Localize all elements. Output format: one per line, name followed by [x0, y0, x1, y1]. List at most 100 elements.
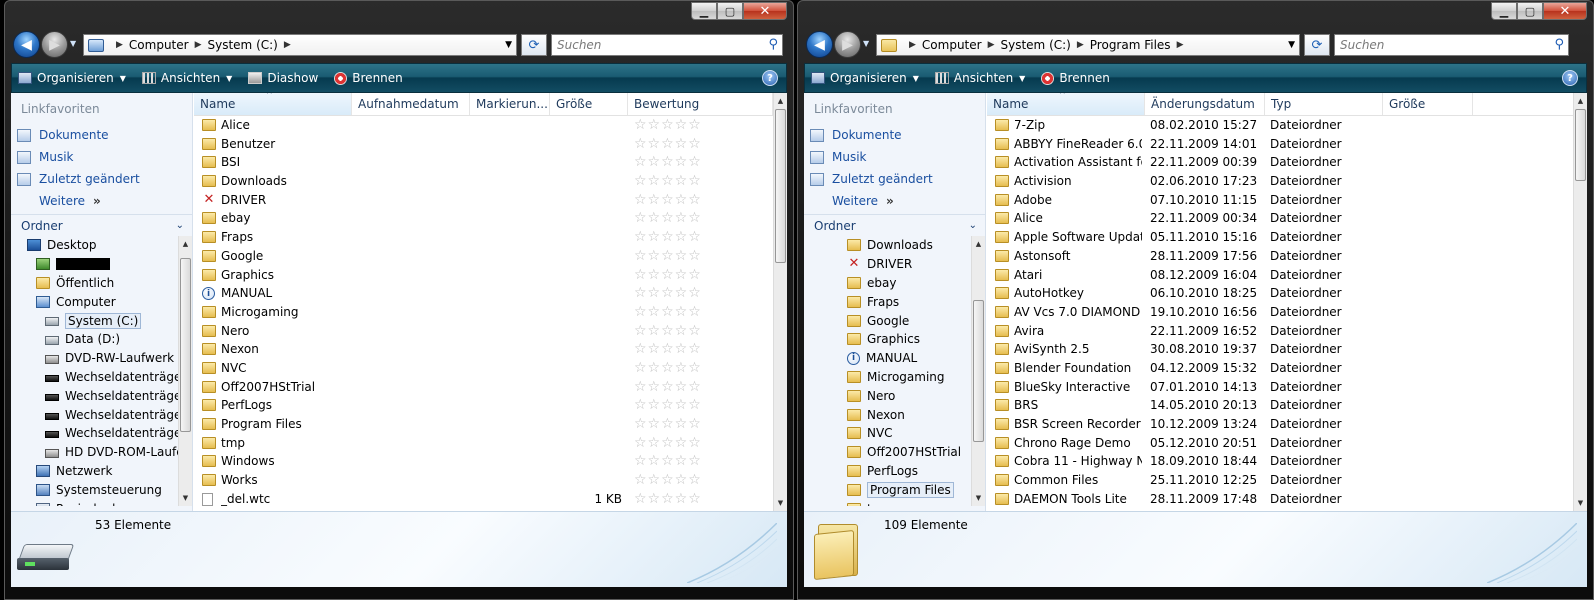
search-input[interactable]: Suchen ⚲	[1334, 34, 1569, 56]
file-row[interactable]: Graphics ☆☆☆☆☆	[194, 266, 773, 285]
rating-stars[interactable]: ☆☆☆☆☆	[634, 416, 702, 432]
scroll-down-icon[interactable]: ▼	[1574, 496, 1587, 510]
column-type[interactable]: Typ	[1265, 93, 1383, 115]
file-row[interactable]: i MANUAL ☆☆☆☆☆	[194, 284, 773, 303]
views-button[interactable]: Ansichten ▼	[141, 71, 232, 85]
folders-toggle[interactable]: Ordner ⌄	[11, 214, 192, 236]
slideshow-button[interactable]: Diashow	[248, 71, 318, 85]
tree-item[interactable]: HD DVD-ROM-Laufe	[11, 443, 179, 462]
file-row[interactable]: PerfLogs ☆☆☆☆☆	[194, 396, 773, 415]
file-row[interactable]: Windows ☆☆☆☆☆	[194, 452, 773, 471]
chevron-right-icon[interactable]: ▶	[909, 40, 916, 50]
search-input[interactable]: Suchen ⚲	[551, 34, 783, 56]
address-dropdown-icon[interactable]: ▼	[1288, 40, 1295, 50]
file-row[interactable]: Fraps ☆☆☆☆☆	[194, 228, 773, 247]
tree-item[interactable]: Downloads	[804, 236, 972, 255]
breadcrumb-computer[interactable]: Computer	[129, 38, 189, 52]
favorite-music[interactable]: Musik	[810, 146, 933, 168]
rating-stars[interactable]: ☆☆☆☆☆	[634, 491, 702, 507]
rating-stars[interactable]: ☆☆☆☆☆	[634, 323, 702, 339]
minimize-button[interactable]: ▁	[1491, 2, 1517, 20]
file-row[interactable]: Common Files 25.11.2010 12:25 Dateiordner	[987, 471, 1573, 490]
tree-item[interactable]: ebay	[804, 274, 972, 293]
tree-item[interactable]: PerfLogs	[804, 462, 972, 481]
breadcrumb-computer[interactable]: Computer	[922, 38, 982, 52]
tree-item[interactable]: tmp	[804, 499, 972, 506]
chevron-right-icon[interactable]: ▶	[284, 40, 291, 50]
tree-scrollbar[interactable]: ▲ ▼	[971, 236, 985, 506]
breadcrumb-system-c[interactable]: System (C:)	[1001, 38, 1071, 52]
tree-item[interactable]: Wechseldatenträger	[11, 405, 179, 424]
tree-item[interactable]: Graphics	[804, 330, 972, 349]
chevron-right-icon[interactable]: ▶	[116, 40, 123, 50]
tree-item[interactable]: Wechseldatenträger	[11, 424, 179, 443]
favorite-recent[interactable]: Zuletzt geändert	[17, 168, 140, 190]
file-row[interactable]: BSI ☆☆☆☆☆	[194, 153, 773, 172]
file-row[interactable]: Alice ☆☆☆☆☆	[194, 116, 773, 135]
forward-button[interactable]: ▶	[41, 31, 68, 58]
file-row[interactable]: AV Vcs 7.0 DIAMOND 19.10.2010 16:56 Dateio…	[987, 303, 1573, 322]
recent-pages-dropdown[interactable]: ▼	[70, 39, 76, 48]
file-row[interactable]: BlueSky Interactive 07.01.2010 14:13 Datei…	[987, 378, 1573, 397]
scroll-down-icon[interactable]: ▼	[179, 491, 192, 505]
maximize-button[interactable]: ▢	[1517, 2, 1543, 20]
tree-item[interactable]: Papierkorb	[11, 499, 179, 506]
rating-stars[interactable]: ☆☆☆☆☆	[634, 267, 702, 283]
favorite-documents[interactable]: Dokumente	[810, 124, 933, 146]
rating-stars[interactable]: ☆☆☆☆☆	[634, 379, 702, 395]
scroll-up-icon[interactable]: ▲	[774, 94, 787, 108]
scroll-up-icon[interactable]: ▲	[179, 237, 192, 251]
back-button[interactable]: ◀	[13, 31, 40, 58]
scroll-thumb[interactable]	[775, 109, 786, 263]
file-row[interactable]: ebay ☆☆☆☆☆	[194, 209, 773, 228]
tree-item[interactable]: Desktop	[11, 236, 179, 255]
file-row[interactable]: Chrono Rage Demo 05.12.2010 20:51 Dateiord…	[987, 434, 1573, 453]
file-row[interactable]: Nero ☆☆☆☆☆	[194, 322, 773, 341]
column-name[interactable]: ^ Name	[194, 93, 352, 115]
tree-item[interactable]: NVC	[804, 424, 972, 443]
tree-item[interactable]: Data (D:)	[11, 330, 179, 349]
tree-item[interactable]: Computer	[11, 292, 179, 311]
tree-item[interactable]: Microgaming	[804, 368, 972, 387]
chevron-right-icon[interactable]: ▶	[988, 40, 995, 50]
refresh-button[interactable]: ⟳	[1304, 34, 1330, 56]
organize-button[interactable]: Organisieren ▼	[18, 71, 126, 85]
tree-item[interactable]: Systemsteuerung	[11, 480, 179, 499]
address-bar[interactable]: ▶ Computer ▶ System (C:) ▶ ▼	[83, 34, 517, 56]
chevron-right-icon[interactable]: ▶	[1077, 40, 1084, 50]
file-row[interactable]: Microgaming ☆☆☆☆☆	[194, 303, 773, 322]
file-row[interactable]: Alice 22.11.2009 00:34 Dateiordner	[987, 209, 1573, 228]
burn-button[interactable]: Brennen	[334, 71, 403, 85]
file-row[interactable]: Off2007HStTrial ☆☆☆☆☆	[194, 378, 773, 397]
rating-stars[interactable]: ☆☆☆☆☆	[634, 192, 702, 208]
column-rating[interactable]: Bewertung	[628, 93, 773, 115]
file-row[interactable]: ABBYY FineReader 6.0 ... 22.11.2009 14:01…	[987, 135, 1573, 154]
tree-item[interactable]: Nexon	[804, 405, 972, 424]
maximize-button[interactable]: ▢	[717, 2, 743, 20]
help-button[interactable]: ?	[1562, 70, 1578, 86]
chevron-right-icon[interactable]: ▶	[195, 40, 202, 50]
rating-stars[interactable]: ☆☆☆☆☆	[634, 210, 702, 226]
tree-item[interactable]: Netzwerk	[11, 462, 179, 481]
file-row[interactable]: Avira 22.11.2009 16:52 Dateiordner	[987, 322, 1573, 341]
file-row[interactable]: Benutzer ☆☆☆☆☆	[194, 135, 773, 154]
column-tags[interactable]: Markierun...	[470, 93, 550, 115]
file-row[interactable]: BSR Screen Recorder 4 10.12.2009 13:24 Dat…	[987, 415, 1573, 434]
close-button[interactable]: ✕	[743, 2, 787, 20]
scroll-thumb[interactable]	[973, 300, 984, 442]
tree-scrollbar[interactable]: ▲ ▼	[178, 236, 192, 506]
file-row[interactable]: DAEMON Tools Lite 28.11.2009 17:48 Dateior…	[987, 490, 1573, 509]
rating-stars[interactable]: ☆☆☆☆☆	[634, 435, 702, 451]
scroll-down-icon[interactable]: ▼	[774, 496, 787, 510]
favorite-documents[interactable]: Dokumente	[17, 124, 140, 146]
rating-stars[interactable]: ☆☆☆☆☆	[634, 229, 702, 245]
file-row[interactable]: Works ☆☆☆☆☆	[194, 471, 773, 490]
help-button[interactable]: ?	[762, 70, 778, 86]
rating-stars[interactable]: ☆☆☆☆☆	[634, 304, 702, 320]
scroll-thumb[interactable]	[180, 258, 191, 432]
file-row[interactable]: NVC ☆☆☆☆☆	[194, 359, 773, 378]
tree-item[interactable]: System (C:)	[11, 311, 179, 330]
file-row[interactable]: _del.wtc 1 KB ☆☆☆☆☆	[194, 490, 773, 509]
favorites-more-link[interactable]: Weitere »	[17, 190, 140, 212]
file-list-scrollbar[interactable]: ▲ ▼	[773, 93, 787, 511]
